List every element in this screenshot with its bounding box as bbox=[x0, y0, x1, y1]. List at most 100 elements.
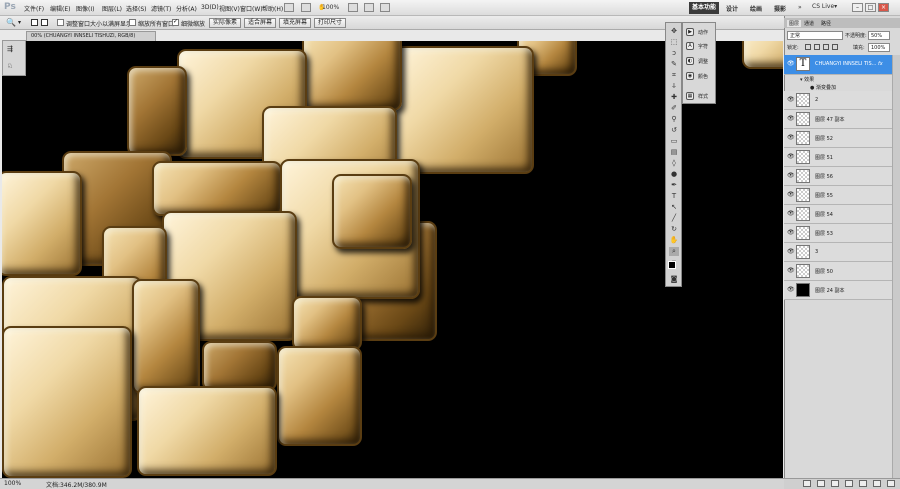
minimize-icon[interactable]: – bbox=[852, 3, 863, 12]
healing-brush-tool-icon[interactable]: ✚ bbox=[669, 93, 679, 102]
print-size-button[interactable]: 打印尺寸 bbox=[314, 18, 347, 28]
eraser-tool-icon[interactable]: ▭ bbox=[669, 137, 679, 146]
layer-row[interactable]: 👁 图层 53 bbox=[784, 224, 892, 243]
lock-all-icon[interactable] bbox=[832, 44, 838, 50]
visibility-eye-icon[interactable]: 👁 bbox=[787, 153, 795, 160]
color-panel-button[interactable]: ◉ 颜色 bbox=[685, 71, 715, 81]
tab-paths[interactable]: 路径 bbox=[821, 20, 831, 27]
maximize-icon[interactable]: □ bbox=[865, 3, 876, 12]
fill-screen-button[interactable]: 填充屏幕 bbox=[279, 18, 312, 28]
menu-window[interactable]: 窗口(W) bbox=[240, 4, 263, 13]
eyedropper-tool-icon[interactable]: ↆ bbox=[669, 82, 679, 91]
layer-row[interactable]: 👁 图层 24 副本 bbox=[784, 281, 892, 300]
document-size-info[interactable]: 文档:346.2M/380.9M bbox=[46, 480, 107, 489]
blur-tool-icon[interactable]: ◊ bbox=[669, 159, 679, 168]
layer-row[interactable]: 👁 图层 55 bbox=[784, 186, 892, 205]
menu-image[interactable]: 图像(I) bbox=[76, 4, 94, 13]
lasso-tool-icon[interactable]: ↄ bbox=[669, 49, 679, 58]
layer-row[interactable]: 👁 3 bbox=[784, 243, 892, 262]
status-zoom-field[interactable]: 100% bbox=[4, 480, 21, 487]
fit-screen-button[interactable]: 适合屏幕 bbox=[244, 18, 277, 28]
lock-transparency-icon[interactable] bbox=[805, 44, 811, 50]
scrubby-zoom-checkbox[interactable] bbox=[172, 18, 179, 26]
visibility-eye-icon[interactable]: 👁 bbox=[787, 134, 795, 141]
hand-tool-icon[interactable]: ✋ bbox=[669, 236, 679, 245]
screen-mode-icon[interactable] bbox=[380, 3, 390, 12]
gradient-overlay-effect[interactable]: ● 渐变叠加 bbox=[810, 84, 836, 91]
view-extras-icon[interactable] bbox=[348, 3, 358, 12]
cs-live-button[interactable]: CS Live▾ bbox=[812, 3, 837, 10]
add-style-icon[interactable] bbox=[817, 480, 825, 487]
tab-layers[interactable]: 图层 bbox=[787, 20, 802, 27]
zoom-in-icon[interactable] bbox=[31, 19, 38, 26]
add-mask-icon[interactable] bbox=[831, 480, 839, 487]
lock-position-icon[interactable] bbox=[823, 44, 829, 50]
visibility-eye-icon[interactable]: 👁 bbox=[787, 210, 795, 217]
path-select-tool-icon[interactable]: ↖ bbox=[669, 203, 679, 212]
brush-tool-icon[interactable]: ✐ bbox=[669, 104, 679, 113]
minibridge-icon[interactable] bbox=[301, 3, 311, 12]
blend-mode-select[interactable]: 正常 bbox=[787, 31, 843, 40]
layer-row[interactable]: 👁 图层 52 bbox=[784, 129, 892, 148]
clone-source-icon[interactable]: ♘ bbox=[7, 61, 19, 71]
layer-row[interactable]: 👁 图层 54 bbox=[784, 205, 892, 224]
zoom-level[interactable]: 100% bbox=[322, 4, 339, 11]
type-tool-icon[interactable]: T bbox=[669, 192, 679, 201]
crop-tool-icon[interactable]: ⌗ bbox=[669, 71, 679, 80]
visibility-eye-icon[interactable]: 👁 bbox=[787, 248, 795, 255]
layers-scrollbar[interactable] bbox=[892, 55, 900, 478]
tab-channels[interactable]: 通道 bbox=[804, 20, 814, 27]
adjustments-panel-button[interactable]: ◐ 调整 bbox=[685, 56, 715, 66]
close-icon[interactable]: × bbox=[878, 3, 889, 12]
menu-file[interactable]: 文件(F) bbox=[24, 4, 44, 13]
visibility-eye-icon[interactable]: 👁 bbox=[787, 115, 795, 122]
workspace-photography[interactable]: 摄影 bbox=[774, 4, 786, 13]
clone-stamp-tool-icon[interactable]: ⚲ bbox=[669, 115, 679, 124]
zoom-out-icon[interactable] bbox=[41, 19, 48, 26]
actions-panel-button[interactable]: ▶ 动作 bbox=[685, 27, 715, 37]
link-layers-icon[interactable] bbox=[803, 480, 811, 487]
workspace-more-icon[interactable]: » bbox=[798, 4, 802, 11]
menu-filter[interactable]: 滤镜(T) bbox=[151, 4, 171, 13]
adjustment-layer-icon[interactable] bbox=[845, 480, 853, 487]
delete-layer-icon[interactable] bbox=[887, 480, 895, 487]
layer-row[interactable]: 👁 图层 47 副本 bbox=[784, 110, 892, 129]
bridge-icon[interactable] bbox=[284, 3, 294, 12]
marquee-tool-icon[interactable]: ⬚ bbox=[669, 38, 679, 47]
shape-tool-icon[interactable]: ╱ bbox=[669, 214, 679, 223]
visibility-eye-icon[interactable]: 👁 bbox=[787, 267, 795, 274]
lock-image-icon[interactable] bbox=[814, 44, 820, 50]
history-brush-tool-icon[interactable]: ↺ bbox=[669, 126, 679, 135]
visibility-eye-icon[interactable]: 👁 bbox=[787, 286, 795, 293]
3d-rotate-tool-icon[interactable]: ↻ bbox=[669, 225, 679, 234]
document-tab[interactable]: 00% (CHUANGYI INNSELI TISHUZI, RGB/8) bbox=[26, 31, 156, 41]
layer-row[interactable]: 👁 T CHUANGYI INNSELI TIS... fx bbox=[784, 55, 892, 75]
fill-input[interactable]: 100% bbox=[868, 43, 890, 52]
quick-select-tool-icon[interactable]: ✎ bbox=[669, 60, 679, 69]
visibility-eye-icon[interactable]: 👁 bbox=[787, 60, 795, 67]
workspace-essentials-button[interactable]: 基本功能 bbox=[689, 2, 719, 14]
foreground-color-swatch[interactable] bbox=[668, 261, 676, 269]
brush-preset-icon[interactable]: ⇶ bbox=[7, 45, 19, 53]
menu-3d[interactable]: 3D(D) bbox=[201, 4, 219, 11]
workspace-painting[interactable]: 绘画 bbox=[750, 4, 762, 13]
layer-row[interactable]: 👁 2 bbox=[784, 91, 892, 110]
resize-window-checkbox[interactable] bbox=[57, 19, 64, 26]
tool-preset-dropdown-icon[interactable]: ▾ bbox=[18, 19, 21, 26]
visibility-eye-icon[interactable]: 👁 bbox=[787, 229, 795, 236]
zoom-tool-icon[interactable]: 🔍 bbox=[6, 18, 16, 27]
visibility-eye-icon[interactable]: 👁 bbox=[787, 191, 795, 198]
dodge-tool-icon[interactable]: ● bbox=[669, 170, 679, 179]
zoom-tool-icon[interactable]: ⌕ bbox=[669, 247, 679, 256]
quick-mask-icon[interactable]: ◙ bbox=[669, 275, 679, 284]
gradient-tool-icon[interactable]: ▤ bbox=[669, 148, 679, 157]
layer-row[interactable]: 👁 图层 51 bbox=[784, 148, 892, 167]
layer-row[interactable]: 👁 图层 50 bbox=[784, 262, 892, 281]
menu-analysis[interactable]: 分析(A) bbox=[176, 4, 197, 13]
menu-layer[interactable]: 图层(L) bbox=[102, 4, 122, 13]
arrange-documents-icon[interactable] bbox=[364, 3, 374, 12]
layer-fx-icon[interactable]: fx bbox=[878, 61, 883, 67]
new-layer-icon[interactable] bbox=[873, 480, 881, 487]
actual-pixels-button[interactable]: 实际像素 bbox=[209, 18, 242, 28]
styles-panel-button[interactable]: ▦ 样式 bbox=[685, 91, 715, 101]
